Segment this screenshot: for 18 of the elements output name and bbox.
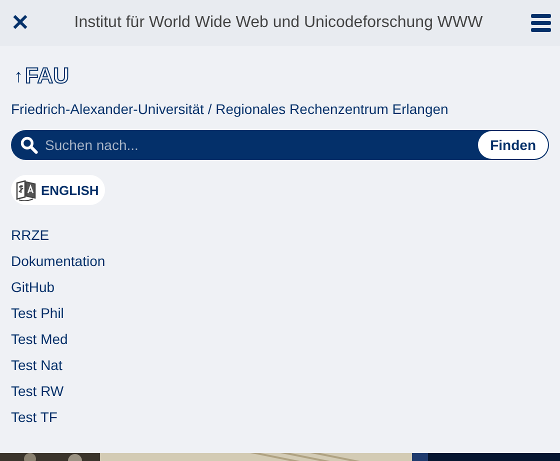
menu-icon[interactable] [531, 14, 551, 32]
breadcrumb-link[interactable]: Friedrich-Alexander-Universität / Regionales Rechenzentrum Erlangen [11, 100, 448, 118]
language-button[interactable]: ENGLISH [11, 175, 105, 205]
site-title: Institut für World Wide Web und Unicodeforschung WWW [73, 14, 484, 32]
nav-link[interactable]: Dokumentation [11, 248, 106, 274]
search-field[interactable]: Suchen nach... Finden [11, 130, 549, 160]
search-icon [20, 136, 38, 154]
logo-link[interactable]: ↑FAU [14, 64, 69, 88]
nav-link[interactable]: Test Phil [11, 300, 64, 326]
nav-link[interactable]: GitHub [11, 274, 55, 300]
nav-link[interactable]: Test Med [11, 326, 68, 352]
nav-link[interactable]: Test Nat [11, 352, 62, 378]
nav-link[interactable]: RRZE [11, 222, 50, 248]
search-button[interactable]: Finden [478, 131, 548, 159]
nav-link[interactable]: Test RW [11, 378, 64, 404]
nav-link[interactable]: Test TF [11, 404, 58, 430]
close-button[interactable]: ✕ [10, 12, 30, 34]
translate-icon [15, 179, 37, 201]
